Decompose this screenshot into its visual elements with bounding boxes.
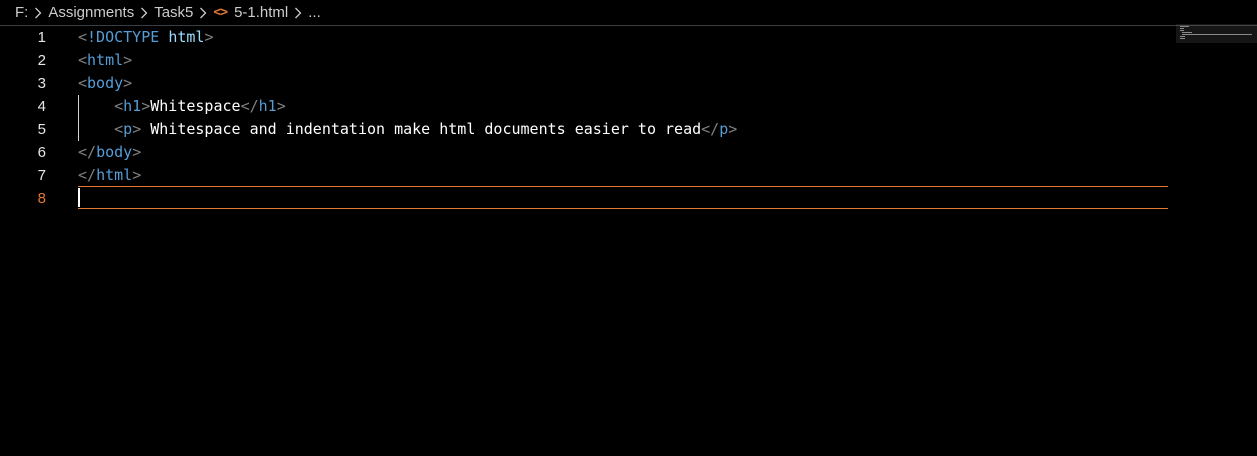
code-text: </body>	[78, 141, 141, 164]
code-line[interactable]: 7 </html>	[0, 164, 1168, 187]
code-editor[interactable]: 1 <!DOCTYPE html> 2 <html> 3 <body> 4 <h1>Whit…	[0, 26, 1257, 456]
line-number: 2	[37, 52, 46, 69]
code-token: html	[168, 28, 205, 46]
code-token: >	[204, 28, 214, 46]
code-token: >	[123, 51, 133, 69]
breadcrumb-drive[interactable]: F:	[15, 4, 28, 21]
code-token: h1	[258, 97, 277, 115]
code-line[interactable]: 1 <!DOCTYPE html>	[0, 26, 1168, 49]
code-token: <	[78, 51, 88, 69]
code-token: >	[132, 120, 142, 138]
code-line[interactable]: 4 <h1>Whitespace</h1>	[0, 95, 1168, 118]
code-text: <html>	[78, 49, 132, 72]
code-token: >	[141, 97, 151, 115]
line-number: 1	[37, 29, 46, 46]
code-token: <	[114, 120, 124, 138]
code-token: html	[96, 166, 133, 184]
chevron-right-icon	[199, 7, 207, 19]
code-text: <body>	[78, 72, 132, 95]
minimap-line	[1180, 38, 1185, 39]
line-number: 7	[37, 167, 46, 184]
code-token: html	[87, 51, 124, 69]
code-text: <p> Whitespace and indentation make html…	[78, 118, 737, 141]
code-token: </	[78, 143, 97, 161]
chevron-right-icon	[294, 7, 302, 19]
code-token: </	[240, 97, 259, 115]
code-line[interactable]: 5 <p> Whitespace and indentation make ht…	[0, 118, 1168, 141]
breadcrumb-task5[interactable]: Task5	[154, 4, 193, 21]
minimap-line	[1182, 32, 1192, 33]
code-token: >	[132, 143, 142, 161]
code-token: <	[114, 97, 124, 115]
minimap-line	[1180, 26, 1189, 27]
code-token: body	[96, 143, 133, 161]
code-token: >	[276, 97, 286, 115]
line-number: 6	[37, 144, 46, 161]
code-line[interactable]: 3 <body>	[0, 72, 1168, 95]
code-token: >	[728, 120, 738, 138]
line-number: 3	[37, 75, 46, 92]
minimap-line	[1182, 34, 1252, 35]
code-token: !DOCTYPE	[87, 28, 160, 46]
breadcrumb: F: Assignments Task5 <> 5-1.html ...	[0, 0, 1257, 26]
code-token: p	[719, 120, 729, 138]
code-token: </	[78, 166, 97, 184]
breadcrumb-assignments[interactable]: Assignments	[48, 4, 134, 21]
line-number: 8	[37, 190, 46, 207]
code-line[interactable]: 6 </body>	[0, 141, 1168, 164]
code-line[interactable]: 8	[0, 187, 1168, 210]
code-token: </	[701, 120, 720, 138]
line-number: 4	[37, 98, 46, 115]
minimap-line	[1180, 36, 1185, 37]
minimap-line	[1180, 30, 1184, 31]
code-token: <	[78, 28, 88, 46]
code-text: <!DOCTYPE html>	[78, 26, 213, 49]
code-token: <	[78, 74, 88, 92]
code-token: body	[87, 74, 124, 92]
chevron-right-icon	[140, 7, 148, 19]
html-file-icon: <>	[213, 5, 228, 20]
line-number: 5	[37, 121, 46, 138]
breadcrumb-symbols[interactable]: ...	[308, 4, 321, 21]
code-line[interactable]: 2 <html>	[0, 49, 1168, 72]
code-token: p	[123, 120, 133, 138]
breadcrumb-file[interactable]: 5-1.html	[234, 4, 288, 21]
text-cursor	[78, 188, 80, 207]
code-text: </html>	[78, 164, 141, 187]
minimap[interactable]	[1176, 24, 1257, 44]
code-token: h1	[123, 97, 142, 115]
minimap-line	[1180, 28, 1184, 29]
code-text: <h1>Whitespace</h1>	[78, 95, 286, 118]
chevron-right-icon	[34, 7, 42, 19]
code-token: Whitespace	[150, 97, 241, 115]
code-token: Whitespace and indentation make html doc…	[141, 120, 702, 138]
code-token: >	[132, 166, 142, 184]
code-token: >	[123, 74, 133, 92]
